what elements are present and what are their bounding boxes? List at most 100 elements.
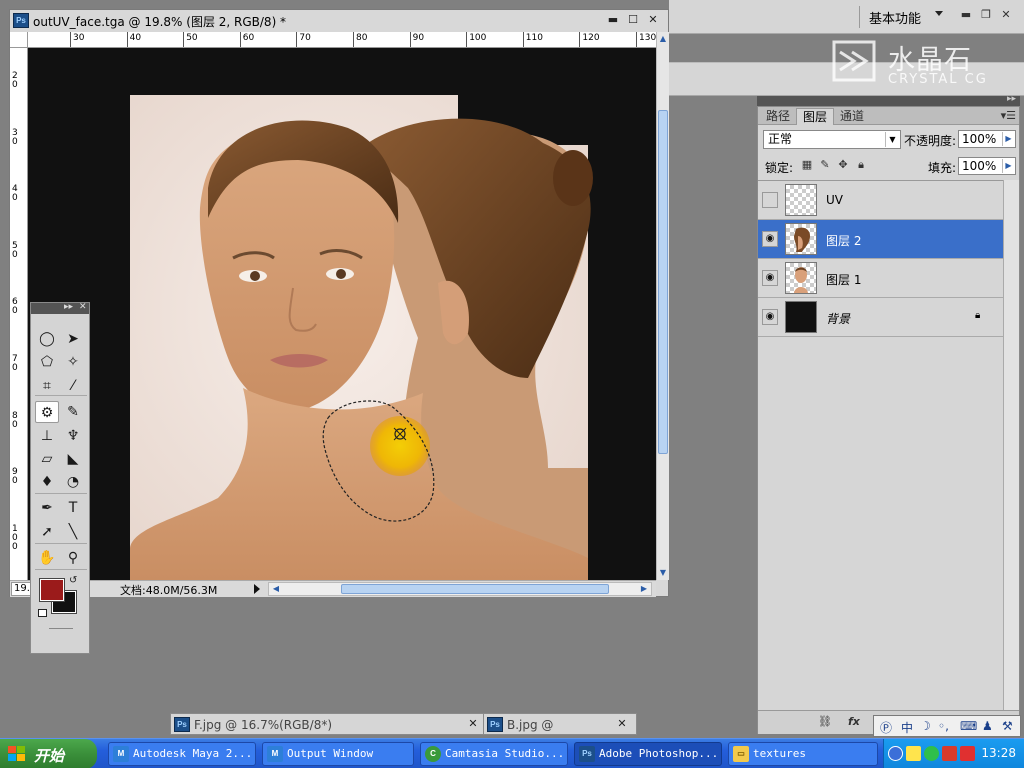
task-textures[interactable]: ▭ textures (728, 742, 878, 766)
lock-pixels-icon[interactable]: ✎ (818, 158, 832, 172)
minimized-document[interactable]: Ps B.jpg @ ✕ (483, 713, 637, 735)
tray-recording-icon[interactable] (960, 746, 975, 761)
layer-row-background[interactable]: ◉ 背景 🔒︎ (758, 298, 1003, 337)
tab-channels[interactable]: 通道 (834, 108, 870, 125)
magic-wand-icon[interactable]: ✧ (61, 351, 85, 373)
line-tool-icon[interactable]: ╲ (61, 521, 85, 543)
task-maya[interactable]: M Autodesk Maya 2... (108, 742, 256, 766)
start-button[interactable]: 开始 (0, 739, 97, 768)
document-titlebar[interactable]: Ps outUV_face.tga @ 19.8% (图层 2, RGB/8) … (10, 10, 668, 31)
panel-dock-header[interactable]: ▸▸ (757, 94, 1020, 106)
tab-layers[interactable]: 图层 (796, 108, 835, 125)
history-brush-icon[interactable]: ♆ (61, 425, 85, 447)
layer-list-scrollbar[interactable] (1003, 180, 1019, 710)
scroll-left-icon[interactable]: ◀ (270, 583, 282, 595)
horizontal-ruler[interactable]: 30 40 50 60 70 80 90 100 110 120 130 (28, 32, 656, 48)
tray-network-icon[interactable] (924, 746, 939, 761)
close-doc-button[interactable]: ✕ (647, 14, 659, 26)
eye-icon[interactable]: ◉ (762, 231, 778, 247)
tray-star-icon[interactable] (906, 746, 921, 761)
layer-row-layer1[interactable]: ◉ 图层 1 (758, 259, 1003, 298)
half-width-icon[interactable]: ☽ (920, 719, 931, 733)
ruler-label: 60 (12, 297, 18, 317)
chevron-down-icon[interactable] (935, 11, 943, 16)
collapse-dock-icon[interactable]: ▸▸ (1007, 94, 1016, 104)
task-camtasia[interactable]: C Camtasia Studio... (420, 742, 568, 766)
blur-tool-icon[interactable]: ♦ (35, 471, 59, 493)
status-menu-arrow-icon[interactable] (254, 584, 260, 594)
visibility-toggle-off[interactable] (762, 192, 778, 208)
close-doc-button[interactable]: ✕ (467, 718, 479, 730)
hand-tool-icon[interactable]: ✋ (35, 547, 59, 569)
horizontal-scrollbar[interactable]: ◀ ▶ (268, 582, 652, 596)
vertical-scroll-thumb[interactable] (658, 110, 668, 454)
patch-tool-icon[interactable]: ⚙ (35, 401, 59, 423)
pen-tool-icon[interactable]: ✒ (35, 497, 59, 519)
chevron-down-icon[interactable]: ▼ (885, 132, 899, 147)
ime-mode[interactable]: 中 (901, 719, 913, 736)
ruler-origin[interactable] (10, 32, 28, 48)
tools-panel-header[interactable]: ▸▸ ✕ (31, 302, 89, 314)
opacity-field[interactable]: 100% ▶ (958, 130, 1016, 148)
layer-row-uv[interactable]: UV (758, 181, 1003, 220)
default-colors-icon[interactable] (38, 609, 47, 617)
layer-style-icon[interactable]: fx (848, 715, 860, 728)
minimized-document[interactable]: Ps F.jpg @ 16.7%(RGB/8*) ✕ (170, 713, 488, 735)
lock-position-icon[interactable]: ✥ (836, 158, 850, 172)
keyboard-icon[interactable]: ⌨ (960, 719, 977, 733)
tab-paths[interactable]: 路径 (760, 108, 796, 125)
dodge-tool-icon[interactable]: ◔ (61, 471, 85, 493)
link-layers-icon[interactable]: ⛓ (818, 715, 832, 728)
restore-app-button[interactable]: ❐ (980, 9, 992, 21)
blend-mode-select[interactable]: 正常 ▼ (763, 130, 901, 149)
tray-expand-icon[interactable] (888, 746, 903, 761)
horizontal-scroll-thumb[interactable] (341, 584, 609, 594)
close-doc-button[interactable]: ✕ (616, 718, 628, 730)
user-icon[interactable]: ♟ (982, 719, 993, 733)
punctuation-icon[interactable]: ◦, (938, 719, 949, 733)
task-output-window[interactable]: M Output Window (262, 742, 414, 766)
ime-logo-icon[interactable]: Ⓟ (880, 719, 892, 736)
minimize-doc-button[interactable]: ▬ (607, 14, 619, 26)
scroll-down-icon[interactable]: ▼ (658, 567, 668, 579)
layer-row-layer2[interactable]: ◉ 图层 2 (758, 220, 1003, 259)
maximize-doc-button[interactable]: ☐ (627, 14, 639, 26)
close-panel-icon[interactable]: ✕ (79, 302, 87, 313)
eye-icon[interactable]: ◉ (762, 270, 778, 286)
vertical-scrollbar[interactable]: ▲ ▼ (656, 32, 669, 580)
lock-all-icon[interactable]: 🔒︎ (854, 158, 868, 172)
eyedropper-icon[interactable]: ⁄ (61, 375, 85, 397)
quick-mask-toggle[interactable] (49, 628, 73, 629)
paint-bucket-icon[interactable]: ◣ (61, 448, 85, 470)
workspace-switcher[interactable]: 基本功能 (869, 8, 921, 27)
brush-tool-icon[interactable]: ✎ (61, 401, 85, 423)
zoom-tool-icon[interactable]: ⚲ (61, 547, 85, 569)
elliptical-marquee-icon[interactable]: ◯ (35, 328, 59, 350)
scroll-right-icon[interactable]: ▶ (638, 583, 650, 595)
eye-icon[interactable]: ◉ (762, 309, 778, 325)
fill-field[interactable]: 100% ▶ (958, 157, 1016, 175)
type-tool-icon[interactable]: T (61, 497, 85, 519)
scroll-up-icon[interactable]: ▲ (658, 33, 668, 45)
tray-security-icon[interactable] (942, 746, 957, 761)
polygonal-lasso-icon[interactable]: ⬠ (35, 351, 59, 373)
lock-transparency-icon[interactable]: ▦ (800, 158, 814, 172)
close-app-button[interactable]: ✕ (1000, 9, 1012, 21)
move-tool-icon[interactable]: ➤ (61, 328, 85, 350)
fill-slider-arrow-icon[interactable]: ▶ (1002, 159, 1014, 173)
path-selection-icon[interactable]: ➚ (35, 521, 59, 543)
wrench-icon[interactable]: ⚒ (1002, 719, 1013, 733)
foreground-color-swatch[interactable] (39, 578, 65, 602)
opacity-slider-arrow-icon[interactable]: ▶ (1002, 132, 1014, 146)
crop-tool-icon[interactable]: ⌗ (35, 375, 59, 397)
vertical-ruler[interactable]: 2030405060708090100110 (10, 48, 28, 580)
minimize-app-button[interactable]: ▬ (960, 9, 972, 21)
image-canvas[interactable] (28, 48, 656, 580)
clone-stamp-icon[interactable]: ⊥ (35, 425, 59, 447)
panel-menu-icon[interactable]: ▾☰ (1001, 109, 1016, 122)
collapse-panel-icon[interactable]: ▸▸ (64, 302, 73, 313)
eraser-icon[interactable]: ▱ (35, 448, 59, 470)
swap-colors-icon[interactable]: ↺ (69, 575, 77, 586)
fill-label: 填充: (928, 161, 957, 175)
task-photoshop[interactable]: Ps Adobe Photoshop... (574, 742, 722, 766)
